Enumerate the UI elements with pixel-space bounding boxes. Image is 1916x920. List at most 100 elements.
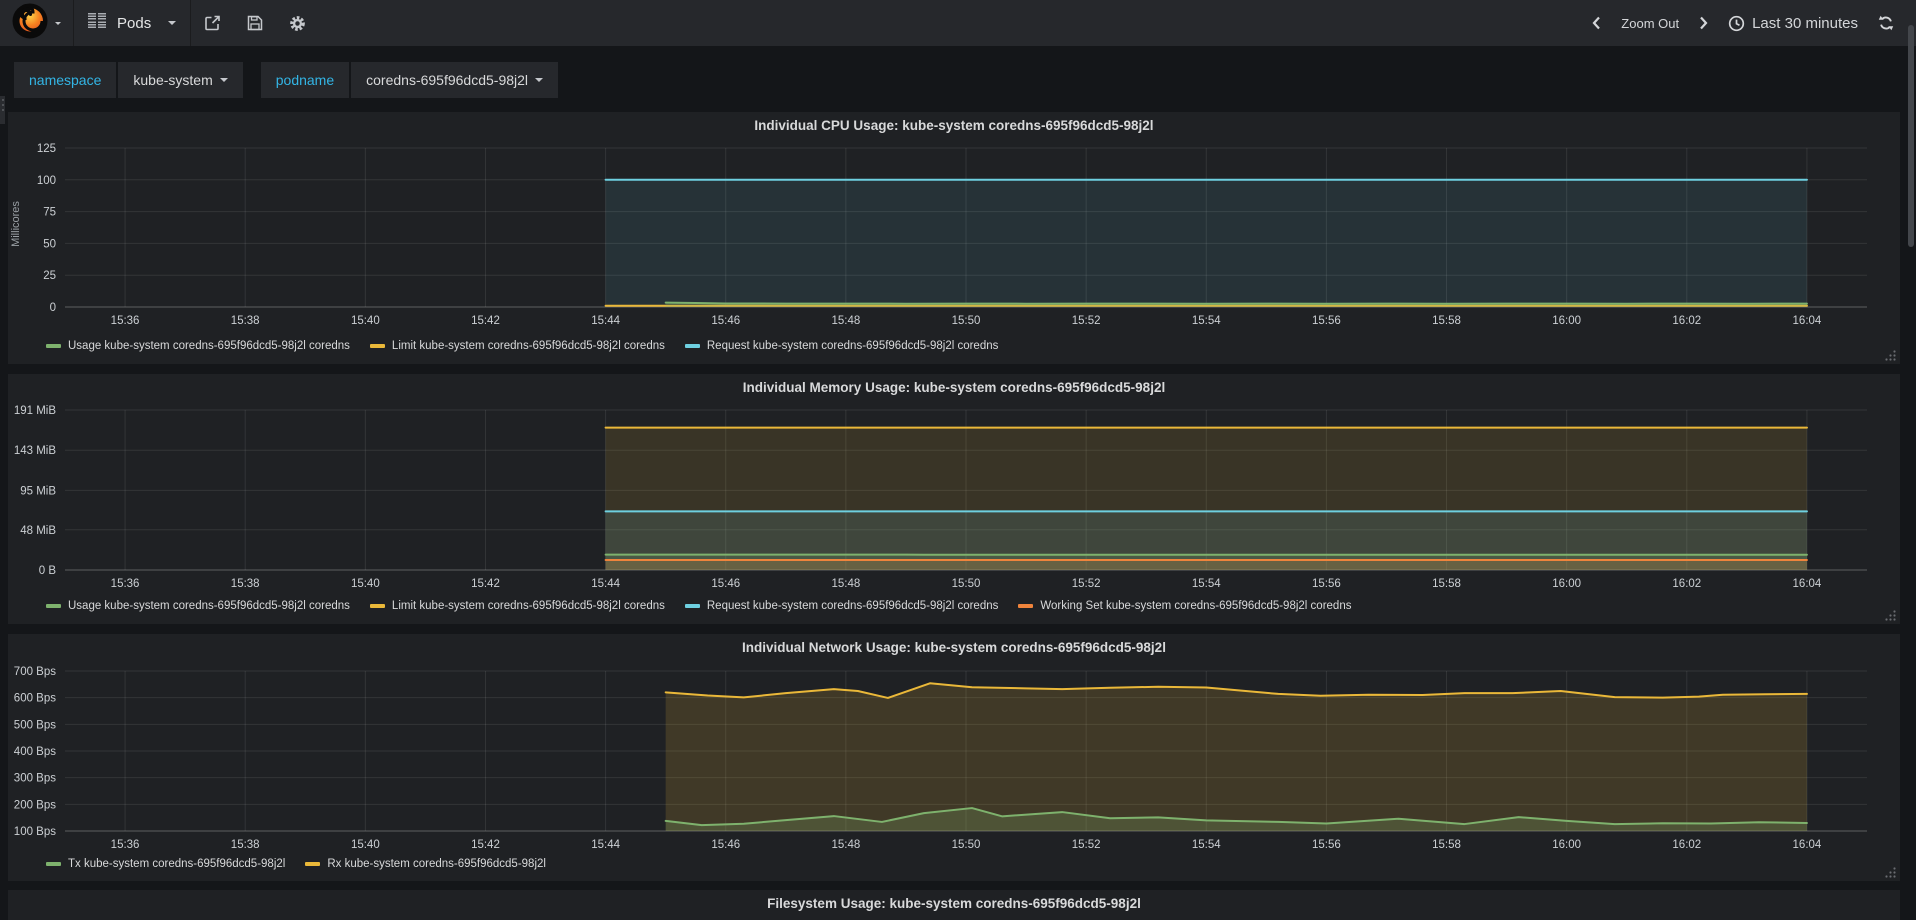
template-variables-row: namespace kube-system podname coredns-69… [14, 62, 576, 98]
refresh-button[interactable] [1868, 0, 1904, 46]
svg-text:15:50: 15:50 [952, 839, 981, 851]
svg-text:15:38: 15:38 [231, 839, 260, 851]
svg-text:15:40: 15:40 [351, 839, 380, 851]
svg-text:15:46: 15:46 [711, 315, 740, 327]
memory-legend: Usage kube-system coredns-695f96dcd5-98j… [46, 600, 1371, 612]
svg-text:15:54: 15:54 [1192, 839, 1221, 851]
svg-text:100 Bps: 100 Bps [14, 826, 56, 838]
svg-text:15:48: 15:48 [831, 315, 860, 327]
variable-select-namespace[interactable]: kube-system [118, 62, 243, 98]
legend-label: Request kube-system coredns-695f96dcd5-9… [706, 600, 999, 612]
legend-color-swatch [46, 604, 61, 608]
settings-button[interactable] [276, 0, 319, 46]
svg-text:15:58: 15:58 [1432, 578, 1461, 590]
variable-label-namespace: namespace [14, 62, 117, 98]
svg-text:15:54: 15:54 [1192, 315, 1221, 327]
panel-resize-handle[interactable] [1884, 866, 1897, 879]
svg-text:15:52: 15:52 [1072, 315, 1101, 327]
svg-text:15:38: 15:38 [231, 315, 260, 327]
share-button[interactable] [191, 0, 234, 46]
memory-chart[interactable]: 15:36 15:38 15:40 15:42 15:44 15:46 15:48 15:50… [8, 374, 1900, 624]
svg-text:15:46: 15:46 [711, 839, 740, 851]
chevron-right-icon [1700, 16, 1708, 30]
chevron-left-icon [1592, 16, 1601, 30]
share-icon [205, 15, 221, 31]
svg-text:15:36: 15:36 [111, 315, 140, 327]
svg-text:16:00: 16:00 [1552, 315, 1581, 327]
legend-item[interactable]: Limit kube-system coredns-695f96dcd5-98j… [369, 340, 665, 352]
svg-text:15:44: 15:44 [591, 315, 620, 327]
svg-text:15:42: 15:42 [471, 578, 500, 590]
legend-color-swatch [46, 344, 61, 348]
grafana-logo-menu[interactable] [0, 0, 74, 46]
row-drag-handle[interactable] [0, 96, 5, 124]
legend-label: Request kube-system coredns-695f96dcd5-9… [706, 340, 999, 352]
dashboard-grid-icon [88, 13, 107, 33]
legend-item[interactable]: Limit kube-system coredns-695f96dcd5-98j… [369, 600, 665, 612]
gear-icon [290, 15, 306, 31]
save-button[interactable] [234, 0, 276, 46]
legend-item[interactable]: Working Set kube-system coredns-695f96dc… [1018, 600, 1351, 612]
legend-item[interactable]: Tx kube-system coredns-695f96dcd5-98j2l [46, 858, 285, 870]
scrollbar-thumb[interactable] [1908, 25, 1914, 247]
svg-text:15:44: 15:44 [591, 578, 620, 590]
clock-icon [1728, 15, 1745, 31]
dashboard-caret-icon [168, 21, 177, 25]
svg-text:15:38: 15:38 [231, 578, 260, 590]
refresh-icon [1878, 15, 1894, 31]
grafana-dashboard: Pods Zoom Out Last 30 minutes namespace … [0, 0, 1916, 920]
legend-color-swatch [305, 862, 321, 866]
navbar: Pods Zoom Out Last 30 minutes [0, 0, 1916, 46]
svg-text:15:58: 15:58 [1432, 839, 1461, 851]
dashboard-title: Pods [117, 14, 152, 32]
legend-color-swatch [46, 862, 61, 866]
legend-label: Usage kube-system coredns-695f96dcd5-98j… [68, 340, 350, 352]
svg-text:16:00: 16:00 [1552, 578, 1581, 590]
chevron-down-icon [219, 78, 228, 82]
svg-text:16:02: 16:02 [1672, 839, 1701, 851]
legend-label: Working Set kube-system coredns-695f96dc… [1040, 600, 1352, 612]
network-chart[interactable]: 15:36 15:38 15:40 15:42 15:44 15:46 15:48 15:50… [8, 634, 1900, 881]
legend-color-swatch [1018, 604, 1034, 608]
svg-text:15:40: 15:40 [351, 315, 380, 327]
svg-text:15:40: 15:40 [351, 578, 380, 590]
svg-text:15:50: 15:50 [952, 315, 981, 327]
time-range-label: Last 30 minutes [1752, 14, 1858, 32]
panel-resize-handle[interactable] [1884, 349, 1897, 362]
legend-label: Tx kube-system coredns-695f96dcd5-98j2l [68, 858, 286, 870]
svg-text:15:46: 15:46 [711, 578, 740, 590]
svg-text:15:44: 15:44 [591, 839, 620, 851]
variable-select-podname[interactable]: coredns-695f96dcd5-98j2l [351, 62, 559, 98]
legend-color-swatch [684, 344, 700, 348]
svg-text:75: 75 [43, 207, 56, 219]
legend-item[interactable]: Usage kube-system coredns-695f96dcd5-98j… [46, 600, 350, 612]
svg-text:16:04: 16:04 [1793, 839, 1822, 851]
svg-text:95 MiB: 95 MiB [20, 485, 56, 497]
zoom-out-button[interactable]: Zoom Out [1611, 0, 1689, 46]
cpu-legend: Usage kube-system coredns-695f96dcd5-98j… [46, 340, 1018, 352]
panel-title-filesystem[interactable]: Filesystem Usage: kube-system coredns-69… [8, 896, 1900, 911]
time-range-picker[interactable]: Last 30 minutes [1718, 0, 1868, 46]
svg-text:0 B: 0 B [39, 565, 57, 577]
panel-resize-handle[interactable] [1884, 609, 1897, 622]
svg-text:15:36: 15:36 [111, 839, 140, 851]
dashboard-title-button[interactable]: Pods [74, 0, 192, 46]
legend-item[interactable]: Request kube-system coredns-695f96dcd5-9… [684, 340, 999, 352]
legend-item[interactable]: Rx kube-system coredns-695f96dcd5-98j2l [305, 858, 546, 870]
svg-text:15:52: 15:52 [1072, 839, 1101, 851]
legend-item[interactable]: Request kube-system coredns-695f96dcd5-9… [684, 600, 999, 612]
svg-text:15:42: 15:42 [471, 839, 500, 851]
legend-label: Limit kube-system coredns-695f96dcd5-98j… [391, 600, 665, 612]
cpu-chart[interactable]: 15:36 15:38 15:40 15:42 15:44 15:46 15:48 15:50… [8, 112, 1900, 364]
legend-label: Limit kube-system coredns-695f96dcd5-98j… [391, 340, 665, 352]
network-legend: Tx kube-system coredns-695f96dcd5-98j2l R… [46, 858, 566, 870]
legend-color-swatch [369, 604, 385, 608]
variable-value-namespace: kube-system [133, 72, 213, 88]
time-shift-back-button[interactable] [1582, 0, 1611, 46]
svg-text:15:54: 15:54 [1192, 578, 1221, 590]
time-shift-forward-button[interactable] [1689, 0, 1718, 46]
legend-color-swatch [369, 344, 385, 348]
svg-text:15:52: 15:52 [1072, 578, 1101, 590]
legend-item[interactable]: Usage kube-system coredns-695f96dcd5-98j… [46, 340, 350, 352]
svg-text:191 MiB: 191 MiB [14, 405, 57, 417]
